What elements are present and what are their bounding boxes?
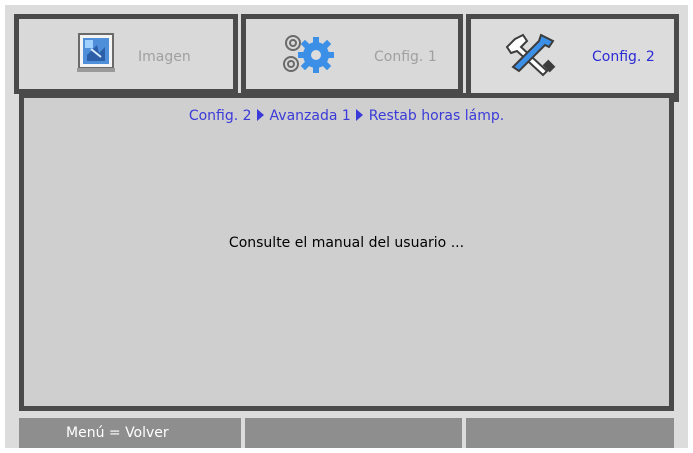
breadcrumb-item: Avanzada 1 [269,108,351,124]
back-hint-label: Menú = Volver [66,425,169,441]
footer-cell-2 [245,418,462,448]
tab-config-2[interactable]: Config. 2 [466,14,679,102]
tab-label: Imagen [138,49,191,65]
back-hint: Menú = Volver [19,418,241,448]
breadcrumb-item: Config. 2 [188,108,252,124]
tab-label: Config. 2 [592,49,655,65]
content-panel: Config. 2 Avanzada 1 Restab horas lámp. Co… [19,93,674,411]
footer-cell-3 [466,418,674,448]
tools-icon [505,33,556,77]
tab-config-1[interactable]: Config. 1 [241,14,463,94]
picture-icon [77,33,115,72]
tab-label: Config. 1 [374,49,437,65]
gears-icon [283,35,334,73]
info-message: Consulte el manual del usuario ... [228,235,465,251]
chevron-right-icon [355,109,363,121]
breadcrumb-item: Restab horas lámp. [368,108,505,124]
tab-imagen[interactable]: Imagen [14,14,238,94]
breadcrumb: Config. 2 Avanzada 1 Restab horas lámp. [24,108,669,124]
chevron-right-icon [256,109,264,121]
osd-menu: Imagen Config. 1 Config. 2 Config. 2 Ava… [5,5,688,448]
